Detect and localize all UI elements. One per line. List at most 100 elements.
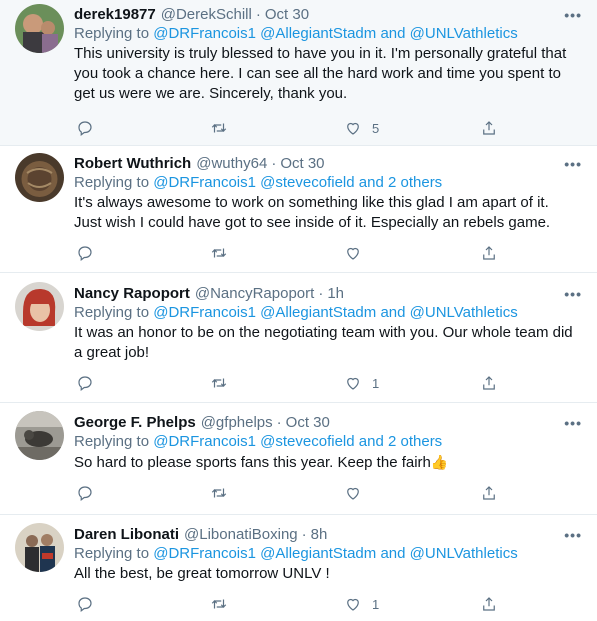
display-name[interactable]: Nancy Rapoport: [74, 285, 190, 302]
user-handle[interactable]: @NancyRapoport: [195, 285, 314, 302]
display-name[interactable]: derek19877: [74, 6, 156, 23]
share-button[interactable]: [480, 374, 498, 392]
tweet-body: So hard to please sports fans this year.…: [74, 452, 597, 473]
mention-link[interactable]: @UNLVathletics: [410, 25, 518, 42]
mention-link[interactable]: @DRFrancois1: [153, 304, 256, 321]
display-name[interactable]: George F. Phelps: [74, 414, 196, 431]
mention-link[interactable]: @UNLVathletics: [410, 304, 518, 321]
like-button[interactable]: [344, 244, 372, 262]
avatar[interactable]: [15, 282, 64, 331]
tweet-text: So hard to please sports fans this year.…: [74, 454, 431, 471]
replying-to: Replying to @DRFrancois1 @AllegiantStadm…: [74, 303, 597, 323]
reply-button[interactable]: [76, 119, 94, 137]
reply-button[interactable]: [76, 484, 94, 502]
mention-and: and: [358, 174, 384, 191]
reply-icon: [78, 246, 92, 261]
retweet-icon: [211, 378, 227, 388]
tweet[interactable]: Robert Wuthrich @wuthy64 · Oct 30 ••• Re…: [0, 146, 597, 273]
timestamp[interactable]: 8h: [311, 526, 328, 543]
retweet-button[interactable]: [210, 374, 228, 392]
action-bar: 1: [74, 595, 597, 615]
like-icon: [347, 247, 359, 260]
mention-link[interactable]: @AllegiantStadm: [260, 25, 376, 42]
like-count: 1: [372, 375, 380, 391]
reply-button[interactable]: [76, 595, 94, 613]
tweet[interactable]: George F. Phelps @gfphelps · Oct 30 ••• …: [0, 403, 597, 515]
timestamp[interactable]: Oct 30: [265, 6, 309, 23]
avatar[interactable]: [15, 411, 64, 460]
mention-and: and: [380, 304, 406, 321]
share-button[interactable]: [480, 595, 498, 613]
reply-button[interactable]: [76, 374, 94, 392]
tweet[interactable]: Daren Libonati @LibonatiBoxing · 8h ••• …: [0, 515, 597, 621]
more-icon[interactable]: •••: [564, 415, 582, 431]
reply-icon: [78, 376, 92, 391]
tweet-text: It's always awesome to work on something…: [74, 194, 551, 231]
like-button[interactable]: 1: [344, 595, 379, 613]
mention-link[interactable]: 2 others: [388, 433, 442, 450]
separator: ·: [318, 284, 324, 302]
mention-link[interactable]: @AllegiantStadm: [260, 545, 376, 562]
retweet-button[interactable]: [210, 244, 228, 262]
user-handle[interactable]: @DerekSchill: [161, 6, 252, 23]
mention-link[interactable]: @stevecofield: [260, 174, 354, 191]
timestamp[interactable]: Oct 30: [280, 155, 324, 172]
share-icon: [483, 486, 495, 500]
avatar[interactable]: [15, 153, 64, 202]
reply-button[interactable]: [76, 244, 94, 262]
replying-to: Replying to @DRFrancois1 @stevecofield a…: [74, 432, 597, 452]
share-icon: [483, 121, 495, 135]
like-count: 1: [372, 596, 380, 612]
like-button[interactable]: 1: [344, 374, 379, 392]
more-icon[interactable]: •••: [564, 7, 582, 23]
replying-to: Replying to @DRFrancois1 @AllegiantStadm…: [74, 24, 597, 44]
tweet-text: All the best, be great tomorrow UNLV !: [74, 565, 330, 582]
retweet-button[interactable]: [210, 119, 228, 137]
like-button[interactable]: 5: [344, 119, 379, 137]
mention-link[interactable]: @UNLVathletics: [410, 545, 518, 562]
mention-link[interactable]: @stevecofield: [260, 433, 354, 450]
user-handle[interactable]: @gfphelps: [201, 414, 273, 431]
retweet-icon: [211, 248, 227, 258]
tweet[interactable]: Nancy Rapoport @NancyRapoport · 1h ••• R…: [0, 273, 597, 403]
mention-link[interactable]: @DRFrancois1: [153, 174, 256, 191]
reply-icon: [78, 121, 92, 136]
separator: ·: [276, 413, 282, 431]
user-handle[interactable]: @wuthy64: [196, 155, 267, 172]
share-button[interactable]: [480, 484, 498, 502]
retweet-button[interactable]: [210, 595, 228, 613]
mention-link[interactable]: @DRFrancois1: [153, 433, 256, 450]
like-icon: [347, 122, 359, 135]
retweet-icon: [211, 123, 227, 133]
replying-label: Replying to: [74, 433, 150, 450]
share-icon: [483, 246, 495, 260]
like-count: 5: [372, 120, 380, 136]
like-button[interactable]: [344, 484, 372, 502]
tweet[interactable]: derek19877 @DerekSchill · Oct 30 ••• Rep…: [0, 0, 597, 146]
mention-link[interactable]: @AllegiantStadm: [260, 304, 376, 321]
display-name[interactable]: Daren Libonati: [74, 526, 179, 543]
share-icon: [483, 597, 495, 611]
mention-and: and: [358, 433, 384, 450]
user-handle[interactable]: @LibonatiBoxing: [184, 526, 298, 543]
replying-label: Replying to: [74, 545, 150, 562]
mention-link[interactable]: @DRFrancois1: [153, 545, 256, 562]
replying-to: Replying to @DRFrancois1 @AllegiantStadm…: [74, 544, 597, 564]
action-bar: 5: [74, 119, 597, 139]
timestamp[interactable]: Oct 30: [286, 414, 330, 431]
more-icon[interactable]: •••: [564, 156, 582, 172]
mention-link[interactable]: 2 others: [388, 174, 442, 191]
share-button[interactable]: [480, 244, 498, 262]
mention-link[interactable]: @DRFrancois1: [153, 25, 256, 42]
more-icon[interactable]: •••: [564, 286, 582, 302]
retweet-button[interactable]: [210, 484, 228, 502]
retweet-icon: [211, 488, 227, 498]
reply-icon: [78, 597, 92, 612]
more-icon[interactable]: •••: [564, 527, 582, 543]
share-button[interactable]: [480, 119, 498, 137]
display-name[interactable]: Robert Wuthrich: [74, 155, 191, 172]
avatar[interactable]: [15, 4, 64, 53]
replying-label: Replying to: [74, 174, 150, 191]
timestamp[interactable]: 1h: [327, 285, 344, 302]
avatar[interactable]: [15, 523, 64, 572]
